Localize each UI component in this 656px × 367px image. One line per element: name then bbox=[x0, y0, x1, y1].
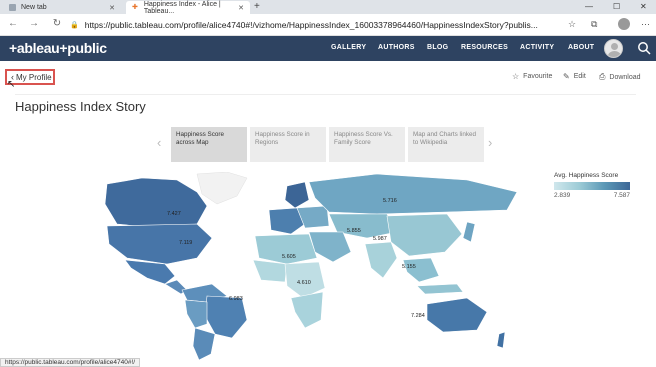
tableau-favicon-icon: ✚ bbox=[132, 4, 138, 11]
map-value-central-africa: 4.610 bbox=[297, 280, 311, 286]
nav-gallery[interactable]: GALLERY bbox=[331, 44, 366, 51]
legend-gradient bbox=[554, 182, 630, 190]
new-tab-button[interactable]: + bbox=[254, 1, 260, 13]
story-point-2[interactable]: Happiness Score in Regions bbox=[250, 127, 326, 162]
story-next-arrow-icon[interactable]: › bbox=[488, 135, 492, 150]
map-value-canada: 7.427 bbox=[167, 211, 181, 217]
address-toolbar: ← → ↻ 🔒 https://public.tableau.com/profi… bbox=[0, 14, 656, 36]
edit-label: Edit bbox=[573, 73, 586, 80]
map-value-turkmenistan: 5.987 bbox=[373, 236, 387, 242]
favourite-label: Favourite bbox=[523, 73, 553, 80]
story-point-4[interactable]: Map and Charts linked to Wikipedia bbox=[408, 127, 484, 162]
more-icon[interactable]: ⋯ bbox=[641, 19, 650, 30]
avatar-body bbox=[608, 51, 621, 57]
map-value-central-asia: 5.855 bbox=[347, 228, 361, 234]
story-title: Happiness Index Story bbox=[15, 99, 146, 114]
browser-tab-bar: New tab ✕ ✚ Happiness Index - Alice | Ta… bbox=[0, 0, 656, 15]
legend-min: 2.839 bbox=[554, 192, 571, 199]
minimize-icon[interactable]: — bbox=[585, 2, 593, 11]
download-label: Download bbox=[609, 73, 641, 81]
world-map-svg[interactable]: 7.427 7.119 5.716 5.855 5.987 6.983 7.28… bbox=[47, 171, 540, 361]
site-header: +ableau+public GALLERY AUTHORS BLOG RESO… bbox=[0, 36, 656, 61]
url-field[interactable]: 🔒 https://public.tableau.com/profile/ali… bbox=[70, 17, 562, 33]
mouse-cursor-icon: ↖ bbox=[7, 79, 16, 90]
story-point-3[interactable]: Happiness Score Vs. Family Score bbox=[329, 127, 405, 162]
map-legend: Avg. Happiness Score 2.839 7.587 bbox=[554, 172, 634, 199]
map-value-russia: 5.716 bbox=[383, 198, 397, 204]
tab-happiness-index[interactable]: ✚ Happiness Index - Alice | Tableau... ✕ bbox=[126, 0, 250, 15]
close-window-icon[interactable]: ✕ bbox=[640, 2, 647, 11]
edit-button[interactable]: ✎ Edit bbox=[563, 72, 586, 81]
nav-activity[interactable]: ACTIVITY bbox=[520, 44, 554, 51]
avatar-head bbox=[611, 43, 618, 50]
nav-authors[interactable]: AUTHORS bbox=[378, 44, 415, 51]
nav-about[interactable]: ABOUT bbox=[568, 44, 594, 51]
favourite-button[interactable]: ☆ Favourite bbox=[512, 72, 552, 81]
tab-title: New tab bbox=[21, 4, 47, 11]
link-status-bar: https://public.tableau.com/profile/alice… bbox=[0, 358, 141, 367]
my-profile-label: My Profile bbox=[16, 72, 52, 82]
maximize-icon[interactable]: ☐ bbox=[613, 2, 620, 11]
new-tab-icon bbox=[9, 4, 16, 11]
tab-title: Happiness Index - Alice | Tableau... bbox=[143, 0, 221, 15]
tab-new-tab[interactable]: New tab ✕ bbox=[3, 1, 121, 14]
user-avatar[interactable] bbox=[604, 39, 623, 58]
legend-range: 2.839 7.587 bbox=[554, 192, 630, 199]
nav-resources[interactable]: RESOURCES bbox=[461, 44, 508, 51]
forward-icon[interactable]: → bbox=[27, 18, 41, 29]
region-indonesia bbox=[416, 283, 464, 295]
legend-max: 7.587 bbox=[613, 192, 630, 199]
refresh-icon[interactable]: ↻ bbox=[50, 18, 64, 29]
star-outline-icon: ☆ bbox=[512, 72, 520, 81]
map-value-southeast-asia: 5.155 bbox=[402, 264, 416, 270]
star-icon[interactable]: ☆ bbox=[568, 19, 576, 30]
map-value-australia: 7.284 bbox=[411, 313, 425, 319]
lock-icon: 🔒 bbox=[70, 22, 79, 29]
close-tab-icon[interactable]: ✕ bbox=[109, 4, 115, 12]
browser-profile-avatar[interactable] bbox=[618, 18, 630, 30]
nav-blog[interactable]: BLOG bbox=[427, 44, 448, 51]
download-button[interactable]: ⎙ Download bbox=[599, 72, 641, 82]
map-value-usa: 7.119 bbox=[179, 240, 192, 246]
divider bbox=[15, 94, 636, 95]
search-icon[interactable] bbox=[637, 41, 651, 55]
pencil-icon: ✎ bbox=[563, 72, 570, 81]
map-value-north-africa: 5.605 bbox=[282, 254, 296, 260]
back-icon[interactable]: ← bbox=[6, 18, 20, 29]
legend-title: Avg. Happiness Score bbox=[554, 172, 619, 179]
story-prev-arrow-icon[interactable]: ‹ bbox=[157, 135, 161, 150]
world-map[interactable]: 7.427 7.119 5.716 5.855 5.987 6.983 7.28… bbox=[47, 171, 540, 361]
close-tab-icon[interactable]: ✕ bbox=[238, 4, 244, 12]
url-text: https://public.tableau.com/profile/alice… bbox=[84, 20, 538, 30]
download-icon: ⎙ bbox=[599, 72, 606, 81]
story-point-1[interactable]: Happiness Score across Map bbox=[171, 127, 247, 162]
collections-icon[interactable]: ⧉ bbox=[591, 19, 597, 30]
tableau-public-logo[interactable]: +ableau+public bbox=[9, 40, 107, 56]
map-value-brazil: 6.983 bbox=[229, 296, 243, 302]
